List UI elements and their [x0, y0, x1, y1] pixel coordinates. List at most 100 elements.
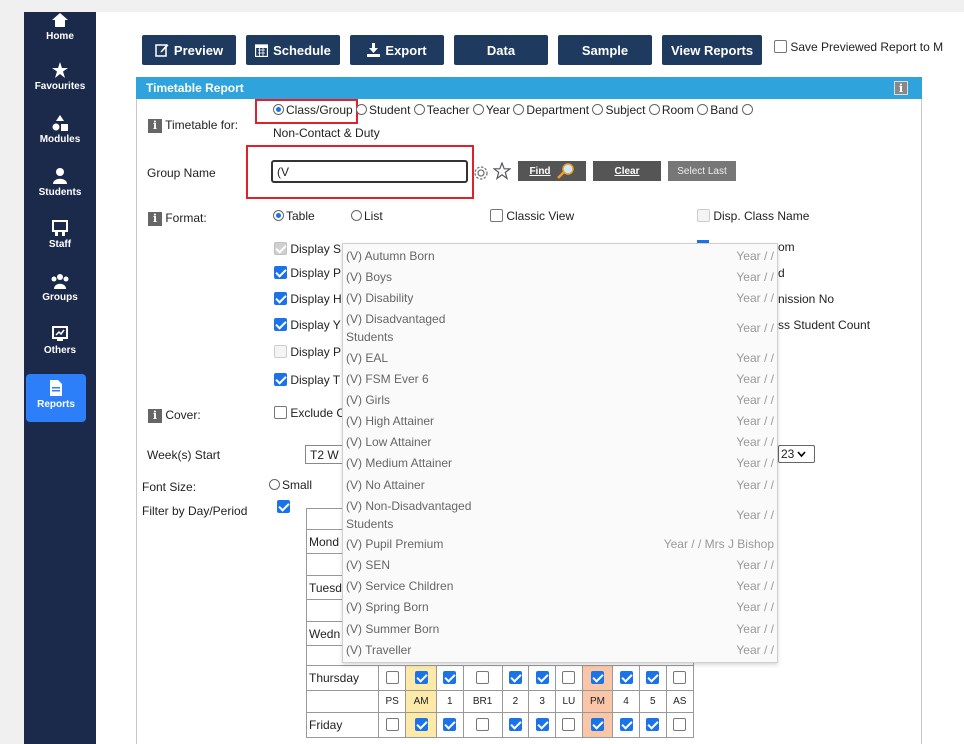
dropdown-item[interactable]: (V) Spring Born Year / /	[343, 598, 777, 619]
display-option-4[interactable]: Display Y	[274, 318, 341, 332]
period-check[interactable]	[638, 665, 667, 691]
period-check[interactable]	[665, 712, 695, 738]
period-check[interactable]	[638, 712, 667, 738]
chevron-down-icon	[797, 451, 806, 458]
export-button[interactable]: Export	[350, 35, 444, 65]
dropdown-item[interactable]: (V) Service Children Year / /	[343, 577, 777, 598]
weeks-start-select[interactable]: T2 W	[305, 445, 345, 464]
modules-icon	[52, 115, 68, 131]
sidebar-item-others[interactable]: Others	[24, 326, 96, 356]
sample-button[interactable]: Sample	[558, 35, 652, 65]
period-check[interactable]	[528, 665, 556, 691]
period-check[interactable]	[405, 712, 437, 738]
filter-checkbox[interactable]	[277, 500, 290, 514]
format-label-row: i Format:	[148, 211, 207, 226]
day-label-blank	[306, 690, 379, 713]
radio-subject[interactable]: Subject	[592, 103, 645, 117]
display-option-3[interactable]: Display H	[274, 292, 342, 306]
period-check[interactable]	[501, 712, 530, 738]
clear-button[interactable]: Clear	[593, 161, 661, 181]
display-option-6[interactable]: Display T	[274, 373, 340, 387]
grid-row-friday: Friday	[306, 712, 695, 738]
period-check[interactable]	[554, 712, 583, 738]
display-option-5[interactable]: Display P	[274, 345, 341, 359]
exclude-cover-option[interactable]: Exclude C	[274, 406, 345, 420]
panel-info-icon[interactable]: i	[894, 81, 908, 95]
period-check[interactable]	[377, 665, 407, 691]
weeks-end-select[interactable]: 23	[778, 445, 815, 463]
info-icon[interactable]: i	[148, 119, 162, 133]
disp-class-name-option[interactable]: Disp. Class Name	[697, 209, 809, 223]
dropdown-item[interactable]: (V) Girls Year / /	[343, 391, 777, 412]
radio-non-contact[interactable]	[741, 103, 755, 117]
period-check[interactable]	[612, 712, 640, 738]
save-previewed-option[interactable]: Save Previewed Report to M	[774, 40, 964, 54]
view-reports-button[interactable]: View Reports	[662, 35, 762, 65]
dropdown-item[interactable]: (V) Low Attainer Year / /	[343, 433, 777, 454]
sidebar-item-reports[interactable]: Reports	[26, 374, 86, 422]
period-check[interactable]	[612, 665, 640, 691]
radio-class-group[interactable]: Class/Group	[273, 103, 353, 117]
sidebar-item-home[interactable]: Home	[24, 12, 96, 42]
select-last-button[interactable]: Select Last	[668, 161, 736, 181]
dropdown-item[interactable]: (V) No Attainer Year / /	[343, 476, 777, 497]
font-small-option[interactable]: Small	[269, 478, 312, 492]
settings-gear-icon[interactable]	[473, 165, 489, 181]
dropdown-item[interactable]: (V) Disability Year / /	[343, 289, 777, 310]
period-check[interactable]	[435, 712, 464, 738]
period-check[interactable]	[377, 712, 407, 738]
save-previewed-checkbox[interactable]	[774, 40, 787, 53]
info-icon[interactable]: i	[148, 212, 162, 226]
radio-teacher[interactable]: Teacher	[413, 103, 469, 117]
group-autocomplete-dropdown: (V) Autumn Born Year / / (V) Boys Year / /…	[342, 243, 778, 663]
group-name-input[interactable]: (V	[271, 160, 468, 183]
format-list-option[interactable]: List	[351, 209, 383, 223]
sidebar-item-staff[interactable]: Staff	[24, 220, 96, 250]
radio-band[interactable]: Band	[697, 103, 738, 117]
dropdown-item[interactable]: (V) Medium Attainer Year / /	[343, 454, 777, 475]
display-option-1[interactable]: Display S	[274, 242, 341, 256]
period-check[interactable]	[554, 665, 583, 691]
classic-view-option[interactable]: Classic View	[490, 209, 574, 223]
period-check[interactable]	[501, 665, 530, 691]
period-check[interactable]	[581, 712, 614, 738]
dropdown-item[interactable]: (V) SEN Year / /	[343, 556, 777, 577]
period-check[interactable]	[665, 665, 695, 691]
dropdown-item[interactable]: (V) Traveller Year / /	[343, 641, 777, 662]
dropdown-item[interactable]: (V) High Attainer Year / /	[343, 412, 777, 433]
dropdown-item[interactable]: (V) Autumn Born Year / /	[343, 247, 777, 268]
favourite-star-icon[interactable]	[493, 162, 511, 180]
dropdown-item[interactable]: (V) Non-Disadvantaged Students Year / /	[343, 497, 777, 536]
sidebar-item-favourites[interactable]: Favourites	[24, 62, 96, 92]
dropdown-item[interactable]: (V) Disadvantaged Students Year / /	[343, 310, 777, 349]
radio-room[interactable]: Room	[648, 103, 694, 117]
dropdown-item[interactable]: (V) FSM Ever 6 Year / /	[343, 370, 777, 391]
others-icon	[52, 326, 68, 341]
find-button[interactable]: Find	[518, 161, 586, 181]
period-check[interactable]	[581, 665, 614, 691]
format-table-option[interactable]: Table	[273, 209, 315, 223]
data-button[interactable]: Data	[454, 35, 548, 65]
radio-year[interactable]: Year	[472, 103, 510, 117]
period-check[interactable]	[462, 665, 503, 691]
dropdown-item[interactable]: (V) Pupil Premium Year / / Mrs J Bishop	[343, 535, 777, 556]
sidebar-item-students[interactable]: Students	[24, 168, 96, 198]
dropdown-item[interactable]: (V) Boys Year / /	[343, 268, 777, 289]
period-label: 2	[501, 690, 530, 713]
display-option-2[interactable]: Display P	[274, 266, 341, 280]
radio-student[interactable]: Student	[356, 103, 410, 117]
sidebar-item-groups[interactable]: Groups	[24, 273, 96, 303]
period-check[interactable]	[462, 712, 503, 738]
period-check[interactable]	[405, 665, 437, 691]
period-check[interactable]	[435, 665, 464, 691]
radio-department[interactable]: Department	[513, 103, 589, 117]
dropdown-item[interactable]: (V) EAL Year / /	[343, 349, 777, 370]
grid-row-thursday: Thursday	[306, 665, 695, 691]
info-icon[interactable]: i	[148, 409, 162, 423]
day-label-friday: Friday	[306, 712, 379, 738]
sidebar-item-modules[interactable]: Modules	[24, 115, 96, 145]
preview-button[interactable]: Preview	[142, 35, 236, 65]
period-check[interactable]	[528, 712, 556, 738]
dropdown-item[interactable]: (V) Summer Born Year / /	[343, 620, 777, 641]
schedule-button[interactable]: Schedule	[246, 35, 340, 65]
